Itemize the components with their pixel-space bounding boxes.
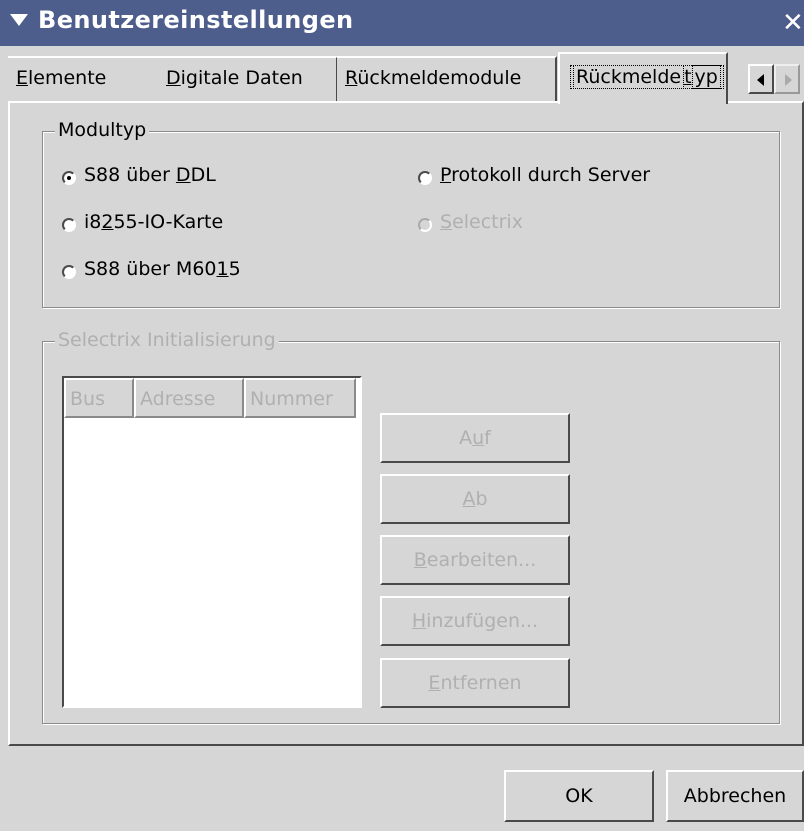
column-header-adresse: Adresse xyxy=(134,378,244,418)
tab-scroll-left-button[interactable] xyxy=(748,64,774,94)
title-bar[interactable]: Benutzereinstellungen ✕ xyxy=(0,0,804,46)
tab-scroll-right-button[interactable] xyxy=(774,64,800,94)
window-menu-icon[interactable] xyxy=(10,14,28,26)
radio-indicator[interactable] xyxy=(62,218,76,232)
arrow-right-icon xyxy=(785,74,792,86)
radio-label: i8255-IO-Karte xyxy=(84,211,224,233)
entfernen-button: Entfernen xyxy=(380,658,570,708)
tab-rueckmeldemodule[interactable]: Rückmeldemodule xyxy=(337,56,557,102)
radio-label: Protokoll durch Server xyxy=(440,164,651,186)
column-header-bus: Bus xyxy=(64,378,134,418)
hinzufuegen-button: Hinzufügen... xyxy=(380,596,570,646)
modultyp-legend: Modultyp xyxy=(55,119,150,141)
radio-label: Selectrix xyxy=(440,211,523,233)
radio-indicator[interactable] xyxy=(62,265,76,279)
selectrix-list[interactable] xyxy=(62,376,362,708)
ab-button: Ab xyxy=(380,474,570,524)
radio-indicator[interactable] xyxy=(418,171,432,185)
tab-label: Rückmelde t yp xyxy=(570,65,724,89)
window-title: Benutzereinstellungen xyxy=(38,6,354,34)
tab-label: Elemente xyxy=(16,67,107,89)
tab-label: Digitale Daten xyxy=(166,67,303,89)
tab-digitale-daten[interactable]: Digitale Daten xyxy=(158,56,338,102)
close-icon[interactable]: ✕ xyxy=(782,8,804,38)
radio-label: S88 über M6015 xyxy=(84,258,241,280)
tab-elemente[interactable]: Elemente xyxy=(8,56,160,102)
radio-indicator xyxy=(418,218,432,232)
radio-label: S88 über DDL xyxy=(84,164,216,186)
radio-indicator[interactable] xyxy=(62,171,76,185)
bearbeiten-button: Bearbeiten... xyxy=(380,535,570,585)
arrow-left-icon xyxy=(757,74,764,86)
auf-button: Auf xyxy=(380,413,570,463)
ok-button[interactable]: OK xyxy=(504,770,654,822)
column-header-nummer: Nummer xyxy=(244,378,356,418)
cancel-button[interactable]: Abbrechen xyxy=(666,770,804,822)
tab-rueckmeldetyp[interactable]: Rückmelde t yp xyxy=(558,52,728,104)
tab-label: Rückmeldemodule xyxy=(345,67,522,89)
selectrix-legend: Selectrix Initialisierung xyxy=(55,329,279,351)
